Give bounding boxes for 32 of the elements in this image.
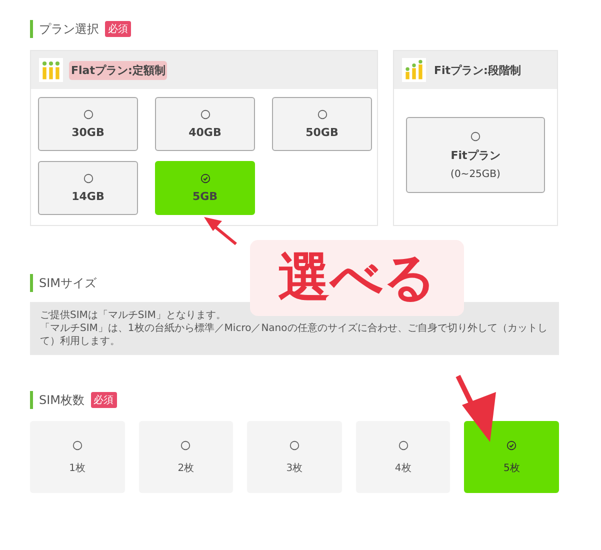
arrow: [204, 217, 237, 246]
plan-option[interactable]: 50GB: [272, 97, 372, 151]
radio-circle-icon: [398, 440, 409, 450]
plan-option[interactable]: 14GB: [38, 161, 138, 215]
plan-option[interactable]: Fitプラン (0~25GB): [406, 117, 545, 193]
plan-title: Flatプラン:定額制: [69, 60, 168, 80]
radio-circle-icon: [470, 130, 481, 142]
sim-count-option[interactable]: 3枚: [247, 421, 342, 493]
required-badge: 必須: [105, 21, 131, 37]
radio-circle-icon: [72, 440, 83, 450]
radio-circle-icon: [316, 109, 328, 120]
radio-circle-icon: [200, 109, 210, 120]
section-heading: プラン選択 必須: [30, 20, 559, 38]
arrow: [456, 374, 496, 442]
sim-count-option[interactable]: 5枚: [464, 421, 559, 493]
bar-chart-icon: [402, 58, 426, 82]
callout: 選べる: [250, 240, 464, 316]
bars-icon: [39, 58, 63, 82]
plan-option[interactable]: 5GB: [155, 161, 255, 215]
check-circle-icon: [200, 173, 210, 184]
plan-option[interactable]: 40GB: [155, 97, 255, 151]
radio-circle-icon: [180, 440, 192, 450]
plan-option[interactable]: 30GB: [38, 97, 138, 151]
radio-circle-icon: [82, 109, 94, 120]
sim-count-option[interactable]: 4枚: [356, 421, 450, 493]
check-circle-icon: [506, 440, 518, 450]
sim-count-option[interactable]: 2枚: [138, 421, 234, 493]
radio-circle-icon: [288, 440, 300, 450]
radio-circle-icon: [82, 173, 94, 184]
sim-count-option[interactable]: 1枚: [30, 421, 125, 493]
required-badge: 必須: [90, 392, 117, 408]
plan-title: Fitプラン:段階制: [433, 62, 522, 78]
